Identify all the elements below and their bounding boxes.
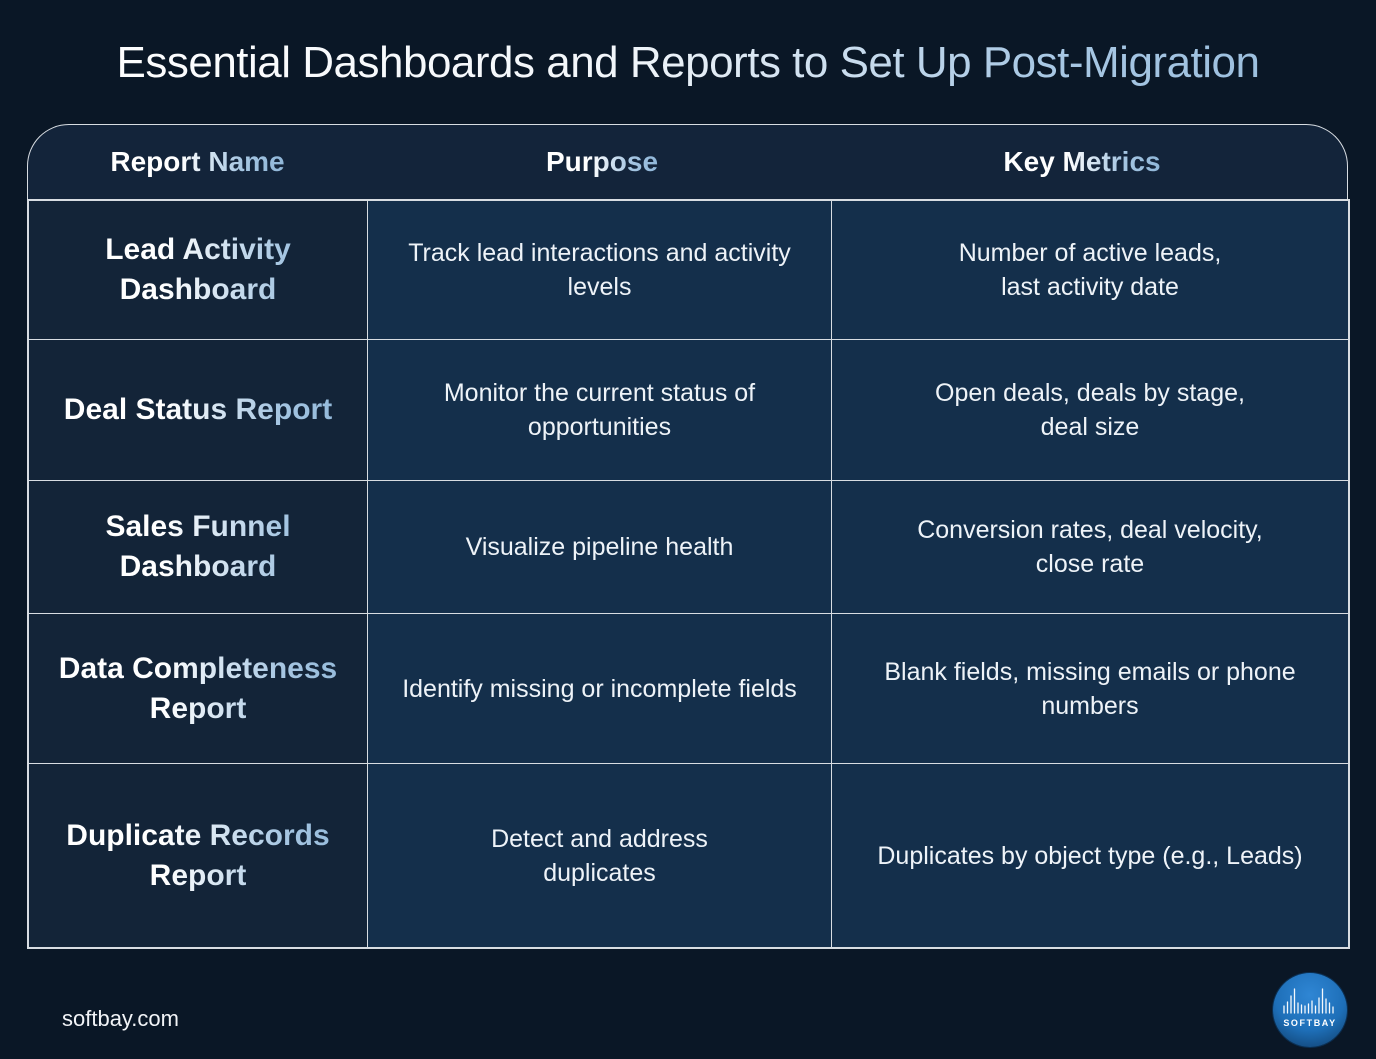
metrics-text: Conversion rates, deal velocity, close r…	[917, 516, 1263, 578]
purpose-text: Visualize pipeline health	[465, 533, 734, 561]
metrics-text: Duplicates by object type (e.g., Leads)	[877, 841, 1303, 870]
soundwave-icon	[1283, 988, 1334, 1014]
report-name-cell: Deal Status Report	[29, 340, 368, 480]
header-label: Report Name	[110, 146, 285, 177]
purpose-cell: Track lead interactions and activity lev…	[368, 201, 832, 339]
header-report-name: Report Name	[28, 125, 367, 199]
purpose-cell: Identify missing or incomplete fields	[368, 614, 832, 763]
report-name: Lead Activity Dashboard	[29, 230, 367, 310]
report-name-cell: Data Completeness Report	[29, 614, 368, 763]
page-title: Essential Dashboards and Reports to Set …	[0, 38, 1376, 88]
metrics-cell: Blank fields, missing emails or phone nu…	[832, 614, 1348, 763]
metrics-text: Blank fields, missing emails or phone nu…	[884, 657, 1296, 720]
table-body: Lead Activity Dashboard Track lead inter…	[27, 199, 1350, 949]
report-name: Data Completeness Report	[29, 649, 367, 729]
metrics-cell: Conversion rates, deal velocity, close r…	[832, 481, 1348, 613]
header-key-metrics: Key Metrics	[807, 125, 1357, 199]
softbay-logo: SOFTBAY	[1273, 973, 1347, 1047]
header-label: Purpose	[545, 146, 659, 177]
logo-wordmark: SOFTBAY	[1283, 1018, 1337, 1028]
report-name-cell: Lead Activity Dashboard	[29, 201, 368, 339]
table-row: Duplicate Records Report Detect and addr…	[29, 764, 1348, 947]
metrics-text: Number of active leads, last activity da…	[958, 239, 1222, 301]
report-name: Duplicate Records Report	[29, 816, 367, 896]
purpose-text: Identify missing or incomplete fields	[402, 674, 797, 703]
report-name-cell: Sales Funnel Dashboard	[29, 481, 368, 613]
purpose-cell: Visualize pipeline health	[368, 481, 832, 613]
reports-table: Report Name Purpose Key Metrics Lead Act…	[27, 124, 1350, 949]
website-link[interactable]: softbay.com	[62, 1006, 179, 1032]
purpose-text: Monitor the current status of opportunit…	[443, 379, 756, 441]
table-row: Data Completeness Report Identify missin…	[29, 614, 1348, 764]
purpose-text: Track lead interactions and activity lev…	[408, 239, 791, 301]
table-row: Deal Status Report Monitor the current s…	[29, 340, 1348, 481]
report-name: Deal Status Report	[44, 390, 352, 430]
header-label: Key Metrics	[1003, 146, 1161, 177]
table-header: Report Name Purpose Key Metrics	[27, 124, 1348, 199]
table-row: Lead Activity Dashboard Track lead inter…	[29, 201, 1348, 340]
purpose-text: Detect and address duplicates	[491, 824, 708, 887]
report-name-cell: Duplicate Records Report	[29, 764, 368, 947]
metrics-text: Open deals, deals by stage, deal size	[935, 379, 1245, 441]
metrics-cell: Number of active leads, last activity da…	[832, 201, 1348, 339]
purpose-cell: Monitor the current status of opportunit…	[368, 340, 832, 480]
metrics-cell: Duplicates by object type (e.g., Leads)	[832, 764, 1348, 947]
table-row: Sales Funnel Dashboard Visualize pipelin…	[29, 481, 1348, 614]
metrics-cell: Open deals, deals by stage, deal size	[832, 340, 1348, 480]
purpose-cell: Detect and address duplicates	[368, 764, 832, 947]
report-name: Sales Funnel Dashboard	[29, 507, 367, 587]
header-purpose: Purpose	[367, 125, 837, 199]
